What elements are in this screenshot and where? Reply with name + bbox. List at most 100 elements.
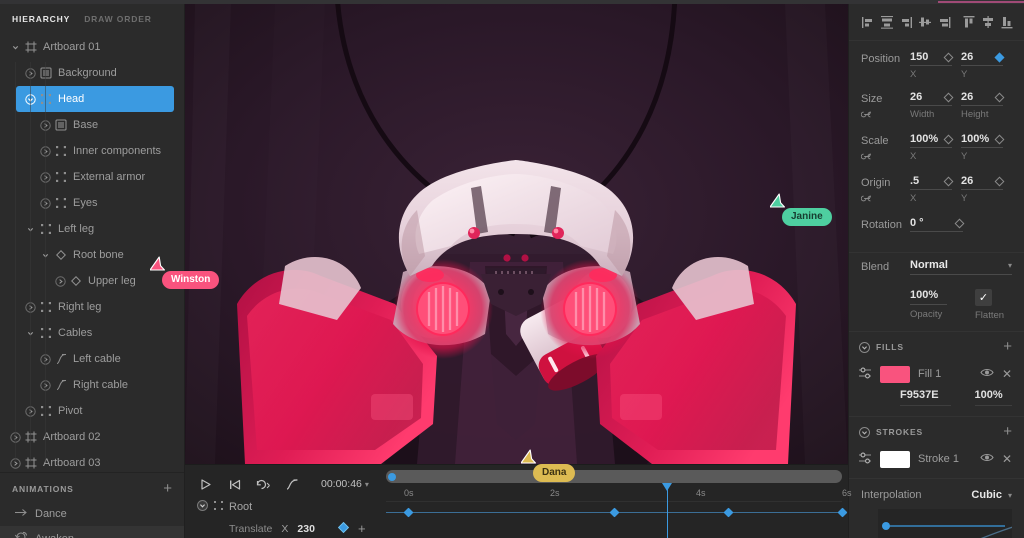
tree-item-upper-leg[interactable]: Upper leg — [0, 268, 184, 294]
property-x-field[interactable]: 100% X — [910, 133, 954, 162]
property-x-field[interactable]: 26 Width — [910, 91, 954, 120]
interpolation-value[interactable]: Cubic — [971, 489, 1002, 501]
timeline-property-row[interactable]: Translate X 230 + — [185, 518, 383, 538]
chevron-down-icon[interactable] — [10, 42, 21, 53]
keyframe-diamond-icon[interactable] — [943, 52, 954, 62]
link-icon[interactable] — [860, 194, 910, 206]
loop-icon[interactable] — [255, 476, 271, 492]
property-x-field[interactable]: .5 X — [910, 175, 954, 204]
align-top-icon[interactable] — [959, 13, 978, 32]
tree-item-background[interactable]: Background — [0, 60, 184, 86]
tab-hierarchy[interactable]: HIERARCHY — [12, 14, 70, 24]
property-y-field[interactable]: 26 Y — [961, 51, 1005, 80]
remove-fill-icon[interactable]: ✕ — [1002, 367, 1012, 381]
tab-draw-order[interactable]: DRAW ORDER — [84, 14, 152, 24]
opacity-value: 100% — [910, 289, 947, 305]
tree-item-left-leg[interactable]: Left leg — [0, 216, 184, 242]
fill-hex-value[interactable]: F9537E — [900, 389, 951, 406]
keyframe-diamond-icon[interactable] — [954, 218, 965, 228]
eye-icon[interactable] — [980, 367, 994, 381]
tree-item-left-cable[interactable]: Left cable — [0, 346, 184, 372]
chevron-down-icon[interactable] — [858, 341, 870, 353]
timecode-display[interactable]: 00:00:46 ▾ — [321, 478, 369, 490]
tree-item-root-bone[interactable]: Root bone — [0, 242, 184, 268]
add-animation-button[interactable]: + — [163, 481, 172, 496]
animation-item-awaken[interactable]: Awaken — [0, 526, 184, 538]
tree-item-right-cable[interactable]: Right cable — [0, 372, 184, 398]
property-value[interactable]: 230 — [297, 523, 315, 535]
timeline-ruler[interactable]: 0s 2s 4s 6s — [386, 486, 852, 502]
property-y-field[interactable]: 26 Height — [961, 91, 1005, 120]
keyframe-diamond-icon[interactable] — [994, 134, 1005, 144]
stroke-item-row[interactable]: Stroke 1 ✕ — [849, 446, 1024, 472]
timeline-scrubber[interactable] — [386, 470, 842, 483]
keyframe-marker[interactable] — [723, 507, 733, 517]
add-keyframe-icon[interactable]: + — [358, 522, 366, 535]
tree-item-inner-components[interactable]: Inner components — [0, 138, 184, 164]
playhead[interactable] — [662, 483, 672, 538]
link-icon[interactable] — [860, 152, 910, 164]
flatten-checkbox[interactable]: ✓ — [975, 289, 992, 306]
keyframe-marker[interactable] — [403, 507, 414, 517]
interpolation-curve-editor[interactable] — [878, 509, 1012, 538]
property-x-field[interactable]: 0 ° — [910, 217, 965, 235]
fill-opacity-value[interactable]: 100% — [974, 389, 1012, 406]
keyframe-diamond-icon[interactable] — [943, 92, 954, 102]
tree-item-cables[interactable]: Cables — [0, 320, 184, 346]
keyframe-track[interactable] — [386, 502, 847, 523]
scrubber-knob[interactable] — [388, 472, 396, 481]
keyframe-marker[interactable] — [837, 507, 847, 517]
tree-item-head[interactable]: Head — [16, 86, 174, 112]
tree-item-artboard-03[interactable]: Artboard 03 — [0, 450, 184, 472]
tree-item-artboard-02[interactable]: Artboard 02 — [0, 424, 184, 450]
opacity-field[interactable]: 100% Opacity — [910, 289, 947, 321]
remove-stroke-icon[interactable]: ✕ — [1002, 452, 1012, 466]
fill-color-swatch[interactable] — [880, 365, 910, 383]
keyframe-marker[interactable] — [609, 507, 619, 517]
add-fill-button[interactable]: + — [1003, 339, 1012, 354]
align-middle-icon[interactable] — [915, 13, 934, 32]
chevron-down-icon[interactable] — [197, 499, 208, 514]
sliders-icon[interactable] — [858, 366, 872, 383]
tree-item-eyes[interactable]: Eyes — [0, 190, 184, 216]
property-x-field[interactable]: 150 X — [910, 51, 954, 80]
keyframe-diamond-icon[interactable] — [994, 92, 1005, 102]
property-y-field[interactable]: 26 Y — [961, 175, 1005, 204]
align-right-icon[interactable] — [896, 13, 915, 32]
playhead-handle[interactable] — [662, 483, 672, 491]
timeline-track-area[interactable] — [386, 502, 847, 538]
align-distribute-icon[interactable] — [934, 13, 953, 32]
tree-item-artboard-01[interactable]: Artboard 01 — [0, 34, 184, 60]
skip-back-icon[interactable] — [226, 476, 242, 492]
stroke-color-swatch[interactable] — [880, 450, 910, 468]
animation-item-dance[interactable]: Dance — [0, 501, 184, 526]
tree-item-external-armor[interactable]: External armor — [0, 164, 184, 190]
fill-item-row[interactable]: Fill 1 ✕ — [849, 361, 1024, 387]
flatten-field[interactable]: ✓ Flatten — [975, 289, 1012, 321]
chevron-down-icon[interactable] — [858, 426, 870, 438]
link-icon[interactable] — [860, 110, 910, 122]
align-center-vertical-icon[interactable] — [978, 13, 997, 32]
keyframe-toggle-icon[interactable] — [337, 521, 350, 536]
tree-item-right-leg[interactable]: Right leg — [0, 294, 184, 320]
add-stroke-button[interactable]: + — [1003, 424, 1012, 439]
keyframe-diamond-icon[interactable] — [943, 134, 954, 144]
align-center-horizontal-icon[interactable] — [877, 13, 896, 32]
property-y-field[interactable]: 100% Y — [961, 133, 1005, 162]
align-bottom-icon[interactable] — [997, 13, 1016, 32]
keyframe-diamond-icon[interactable] — [994, 52, 1005, 62]
chevron-right-icon[interactable] — [55, 275, 66, 287]
sliders-icon[interactable] — [858, 451, 872, 468]
keyframe-diamond-icon[interactable] — [994, 176, 1005, 186]
ease-curve-icon[interactable] — [284, 476, 300, 492]
play-icon[interactable] — [197, 476, 213, 492]
keyframe-diamond-icon[interactable] — [943, 176, 954, 186]
timeline-root-row[interactable]: Root — [185, 495, 383, 518]
chevron-down-icon[interactable]: ▾ — [1008, 491, 1012, 500]
artboard-canvas[interactable] — [185, 4, 848, 464]
tree-item-base[interactable]: Base — [0, 112, 184, 138]
blend-select[interactable]: Normal ▾ — [910, 259, 1012, 275]
align-left-icon[interactable] — [858, 13, 877, 32]
tree-item-pivot[interactable]: Pivot — [0, 398, 184, 424]
eye-icon[interactable] — [980, 452, 994, 466]
